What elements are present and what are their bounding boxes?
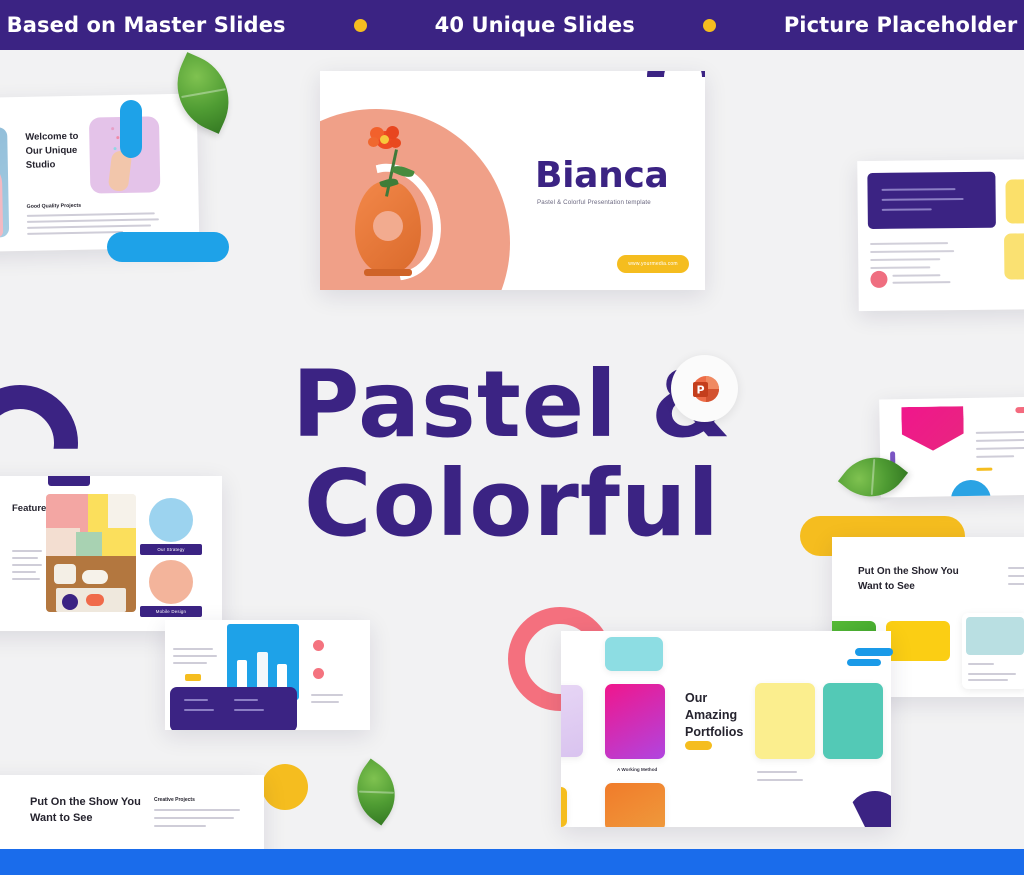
slide-kicker-welcome: Good Quality Projects	[26, 202, 82, 210]
slide-cta-button[interactable]: www.yourmedia.com	[617, 255, 689, 273]
slide-thumbnail	[561, 685, 583, 757]
slide-detail-card	[962, 613, 1024, 689]
feature-item-picture-placeholder: Picture Placeholder	[783, 13, 1018, 37]
slide-thumbnail	[823, 683, 883, 759]
blue-pill-decoration	[120, 100, 142, 158]
blue-tab-decoration	[847, 659, 881, 666]
powerpoint-icon: P	[692, 375, 719, 402]
slide-content-hero: Bianca Pastel & Colorful Presentation te…	[320, 71, 705, 290]
slide-cta-button[interactable]	[685, 741, 712, 750]
slide-heading-panel	[867, 171, 996, 229]
slide-subtitle-bianca: Pastel & Colorful Presentation template	[537, 199, 651, 206]
feature-topbar: Based on Master Slides 40 Unique Slides …	[0, 0, 1024, 50]
purple-arc-decoration	[847, 791, 891, 827]
slide-heading-show-left: Put On the Show You Want to See	[30, 796, 141, 824]
slide-thumbnail	[605, 637, 663, 671]
slide-thumbnail	[1005, 179, 1024, 224]
slide-card-hero[interactable]: Bianca Pastel & Colorful Presentation te…	[320, 71, 705, 290]
powerpoint-badge: P	[671, 355, 738, 422]
blue-tab-decoration	[855, 648, 893, 656]
bottom-accent-bar	[0, 849, 1024, 875]
slide-thumbnail	[886, 621, 950, 661]
slide-icon	[313, 668, 324, 679]
headline-line-1: Pastel &	[292, 351, 732, 458]
slide-icon	[313, 640, 324, 651]
slide-thumbnail	[605, 783, 665, 827]
slide-content-company	[857, 159, 1024, 311]
slide-thumbnail	[561, 787, 567, 827]
feature-item-master-slides: Based on Master Slides	[6, 13, 286, 37]
slide-content-welcome: Welcome to Our Unique Studio Good Qualit…	[0, 94, 199, 253]
blue-pill-decoration	[107, 232, 229, 262]
purple-arc-shape	[647, 71, 705, 113]
avatar	[870, 270, 888, 288]
slide-card-portfolio[interactable]: Our Amazing Portfolios A Working Method	[561, 631, 891, 827]
slide-heading-welcome: Welcome to Our Unique Studio	[25, 130, 79, 171]
yellow-tag	[185, 674, 201, 681]
yellow-circle-decoration	[262, 764, 308, 810]
feature-item-unique-slides: 40 Unique Slides	[434, 13, 635, 37]
slide-card-company[interactable]	[857, 158, 1024, 312]
slide-title-bianca: Bianca	[535, 155, 669, 196]
slide-badge-mobile: Mobile Design	[140, 606, 202, 617]
slide-caption-portfolio: A Working Method	[617, 767, 658, 772]
promo-page: Based on Master Slides 40 Unique Slides …	[0, 0, 1024, 875]
slide-card-small[interactable]	[165, 620, 370, 730]
dot-icon	[702, 18, 716, 32]
purple-panel	[170, 687, 297, 730]
slide-heading-show-right: Put On the Show You Want to See	[858, 566, 959, 592]
svg-text:P: P	[696, 383, 704, 396]
slide-thumbnail	[755, 683, 815, 759]
flower-icon	[366, 123, 406, 157]
slide-thumbnail	[1003, 233, 1024, 280]
slide-content-small	[165, 620, 370, 730]
leaf-icon	[342, 758, 410, 826]
slide-content-portfolio: Our Amazing Portfolios A Working Method	[561, 631, 891, 827]
slide-body-text	[857, 159, 1024, 269]
vase-base	[364, 269, 412, 276]
slide-card-welcome[interactable]: Welcome to Our Unique Studio Good Qualit…	[0, 93, 200, 253]
slide-image-placeholder	[0, 127, 10, 239]
slide-icon-circle	[149, 560, 193, 604]
slide-kicker-show-left: Creative Projects	[154, 797, 195, 803]
slide-thumbnail	[605, 684, 665, 759]
slide-heading-portfolio: Our Amazing Portfolios	[685, 691, 744, 739]
dot-icon	[353, 18, 367, 32]
